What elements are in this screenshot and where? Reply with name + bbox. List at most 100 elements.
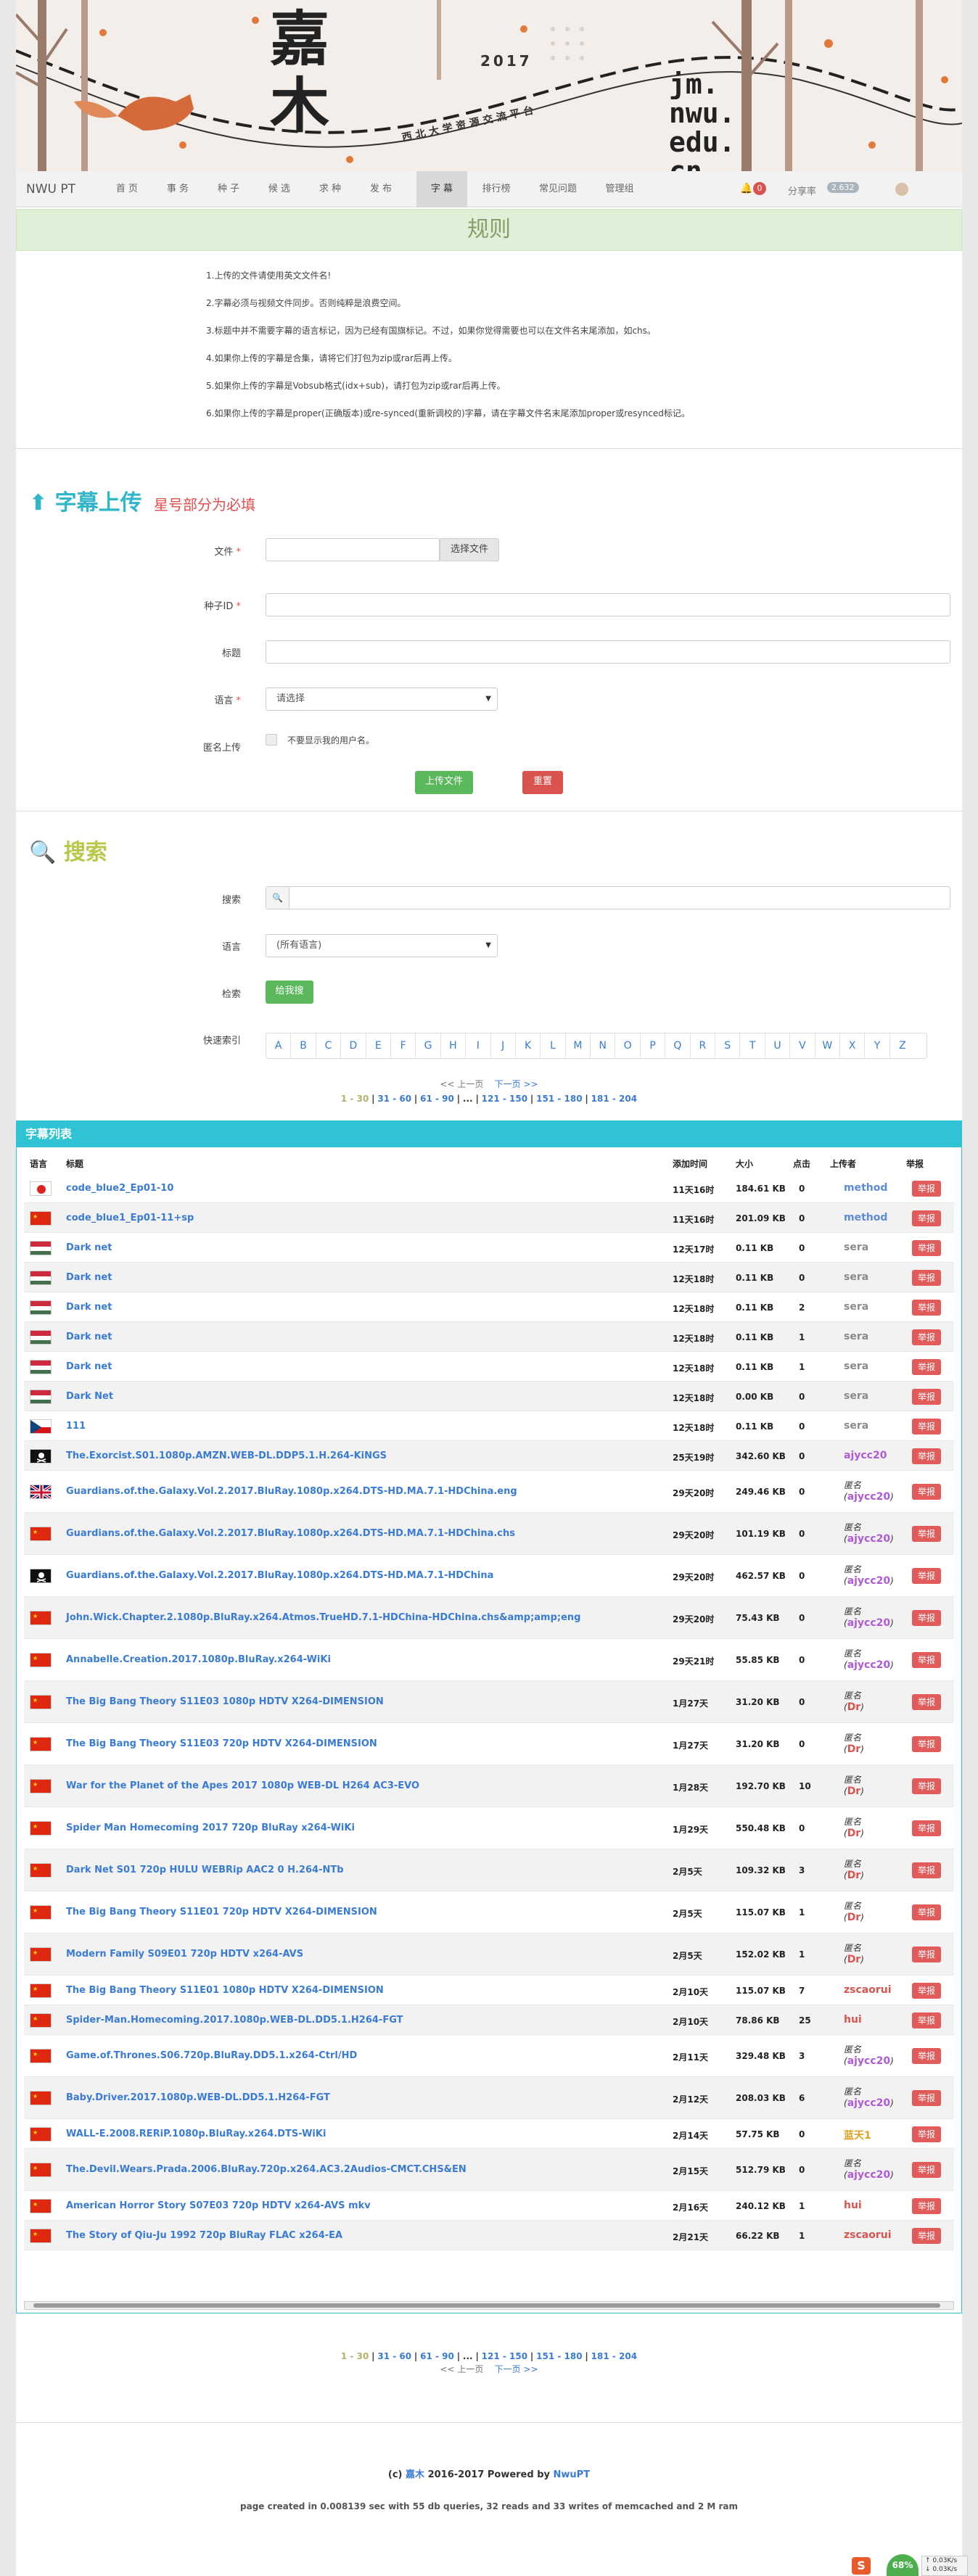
next-page-link[interactable]: 下一页 >> <box>495 2364 538 2374</box>
report-button[interactable]: 举报 <box>912 1862 941 1878</box>
nav-item-torrents[interactable]: 种 子 <box>203 171 254 207</box>
subtitle-title-link[interactable]: 111 <box>66 1421 86 1432</box>
page-link[interactable]: 61 - 90 <box>420 1094 454 1104</box>
subtitle-title-link[interactable]: code_blue2_Ep01-10 <box>66 1183 173 1194</box>
index-letter[interactable]: Z <box>890 1033 915 1058</box>
col-size[interactable]: 大小 <box>736 1157 753 1170</box>
report-button[interactable]: 举报 <box>912 1269 941 1286</box>
file-input[interactable] <box>266 538 440 561</box>
report-button[interactable]: 举报 <box>912 1358 941 1375</box>
uploader-link[interactable]: ajycc20 <box>847 1617 890 1629</box>
uploader-link[interactable]: Dr <box>847 1828 861 1839</box>
subtitle-title-link[interactable]: Guardians.of.the.Galaxy.Vol.2.2017.BluRa… <box>66 1528 515 1539</box>
search-language-select[interactable]: (所有语言) ▼ <box>266 934 498 957</box>
page-link[interactable]: 181 - 204 <box>591 2351 637 2361</box>
uploader-link[interactable]: hui <box>844 2200 862 2211</box>
subtitle-title-link[interactable]: The Big Bang Theory S11E03 720p HDTV X26… <box>66 1738 377 1749</box>
report-button[interactable]: 举报 <box>912 1610 941 1626</box>
nav-logo[interactable]: NWU PT <box>26 182 75 197</box>
subtitle-title-link[interactable]: Spider Man Homecoming 2017 720p BluRay x… <box>66 1822 355 1833</box>
prev-page-link[interactable]: << 上一页 <box>440 2364 483 2374</box>
subtitle-title-link[interactable]: The.Devil.Wears.Prada.2006.BluRay.720p.x… <box>66 2164 467 2175</box>
report-button[interactable]: 举报 <box>912 1526 941 1542</box>
nav-item-staff[interactable]: 管理组 <box>591 171 649 207</box>
subtitle-title-link[interactable]: Dark Net S01 720p HULU WEBRip AAC2 0 H.2… <box>66 1865 344 1875</box>
report-button[interactable]: 举报 <box>912 1239 941 1256</box>
report-button[interactable]: 举报 <box>912 1820 941 1836</box>
index-letter[interactable]: I <box>466 1033 491 1058</box>
index-letter[interactable]: T <box>740 1033 765 1058</box>
report-button[interactable]: 举报 <box>912 1982 941 1999</box>
nav-item-faq[interactable]: 常见问题 <box>525 171 591 207</box>
index-letter[interactable]: X <box>840 1033 866 1058</box>
index-letter[interactable]: D <box>341 1033 366 1058</box>
search-input[interactable]: 🔍 <box>266 886 950 909</box>
report-button[interactable]: 举报 <box>912 1947 941 1962</box>
subtitle-title-link[interactable]: Dark net <box>66 1332 112 1342</box>
uploader-link[interactable]: Dr <box>847 1786 861 1797</box>
report-button[interactable]: 举报 <box>912 1210 941 1226</box>
scrollbar-thumb[interactable] <box>33 2303 940 2308</box>
uploader-link[interactable]: sera <box>844 1390 868 1402</box>
col-uploader[interactable]: 上传者 <box>830 1157 856 1170</box>
subtitle-title-link[interactable]: Dark net <box>66 1242 112 1253</box>
uploader-link[interactable]: ajycc20 <box>847 1575 890 1587</box>
powered-link[interactable]: NwuPT <box>554 2469 591 2480</box>
uploader-link[interactable]: Dr <box>847 1743 861 1755</box>
subtitle-title-link[interactable]: Dark Net <box>66 1391 113 1402</box>
upload-submit-button[interactable]: 上传文件 <box>415 771 473 794</box>
index-letter[interactable]: Q <box>665 1033 691 1058</box>
col-added[interactable]: 添加时间 <box>673 1157 707 1170</box>
index-letter[interactable]: N <box>591 1033 616 1058</box>
nav-item-requests[interactable]: 求 种 <box>305 171 356 207</box>
uploader-link[interactable]: ajycc20 <box>844 1450 887 1461</box>
index-letter[interactable]: A <box>266 1033 292 1058</box>
subtitle-title-link[interactable]: Guardians.of.the.Galaxy.Vol.2.2017.BluRa… <box>66 1570 493 1581</box>
uploader-link[interactable]: Dr <box>847 1870 861 1881</box>
uploader-link[interactable]: sera <box>844 1361 868 1372</box>
subtitle-title-link[interactable]: John.Wick.Chapter.2.1080p.BluRay.x264.At… <box>66 1612 580 1623</box>
page-link[interactable]: 121 - 150 <box>482 2351 527 2361</box>
index-letter[interactable]: G <box>416 1033 441 1058</box>
report-button[interactable]: 举报 <box>912 2012 941 2028</box>
subtitle-title-link[interactable]: WALL-E.2008.RERiP.1080p.BluRay.x264.DTS-… <box>66 2129 326 2139</box>
index-letter[interactable]: C <box>316 1033 342 1058</box>
page-link[interactable]: 151 - 180 <box>536 2351 582 2361</box>
horizontal-scrollbar[interactable] <box>24 2301 954 2310</box>
site-banner[interactable]: 嘉木 2017 西北大学资源交流平台 jm. nwu. edu. cn. <box>16 0 962 171</box>
notification-count[interactable]: 0 <box>753 182 766 195</box>
col-title[interactable]: 标题 <box>66 1157 83 1170</box>
subtitle-title-link[interactable]: Annabelle.Creation.2017.1080p.BluRay.x26… <box>66 1654 331 1665</box>
nav-item-subtitles[interactable]: 字 幕 <box>416 171 467 207</box>
subtitle-title-link[interactable]: The Story of Qiu-Ju 1992 720p BluRay FLA… <box>66 2230 342 2241</box>
index-letter[interactable]: F <box>391 1033 416 1058</box>
report-button[interactable]: 举报 <box>912 2048 941 2064</box>
report-button[interactable]: 举报 <box>912 1484 941 1500</box>
index-letter[interactable]: B <box>291 1033 316 1058</box>
uploader-link[interactable]: sera <box>844 1420 868 1432</box>
uploader-link[interactable]: method <box>844 1212 887 1223</box>
subtitle-title-link[interactable]: Dark net <box>66 1361 112 1372</box>
site-link[interactable]: 嘉木 <box>406 2469 424 2480</box>
subtitle-title-link[interactable]: Modern Family S09E01 720p HDTV x264-AVS <box>66 1949 303 1960</box>
index-letter[interactable]: L <box>541 1033 566 1058</box>
subtitle-title-link[interactable]: The Big Bang Theory S11E03 1080p HDTV X2… <box>66 1696 384 1707</box>
index-letter[interactable]: Y <box>865 1033 890 1058</box>
reset-button[interactable]: 重置 <box>522 771 563 794</box>
search-button[interactable]: 给我搜 <box>266 981 313 1004</box>
index-letter[interactable]: U <box>765 1033 791 1058</box>
uploader-link[interactable]: 蓝天1 <box>844 2128 871 2142</box>
index-letter[interactable]: E <box>366 1033 391 1058</box>
choose-file-button[interactable]: 选择文件 <box>440 538 499 561</box>
page-link[interactable]: 31 - 60 <box>377 2351 411 2361</box>
index-letter[interactable]: K <box>516 1033 541 1058</box>
uploader-link[interactable]: sera <box>844 1271 868 1283</box>
index-letter[interactable]: S <box>715 1033 741 1058</box>
page-link[interactable]: 151 - 180 <box>536 1094 582 1104</box>
report-button[interactable]: 举报 <box>912 1329 941 1345</box>
subtitle-title-link[interactable]: Game.of.Thrones.S06.720p.BluRay.DD5.1.x2… <box>66 2050 357 2061</box>
prev-page-link[interactable]: << 上一页 <box>440 1079 483 1089</box>
subtitle-title-link[interactable]: Guardians.of.the.Galaxy.Vol.2.2017.BluRa… <box>66 1486 517 1497</box>
uploader-link[interactable]: ajycc20 <box>847 1659 890 1671</box>
uploader-link[interactable]: sera <box>844 1331 868 1342</box>
